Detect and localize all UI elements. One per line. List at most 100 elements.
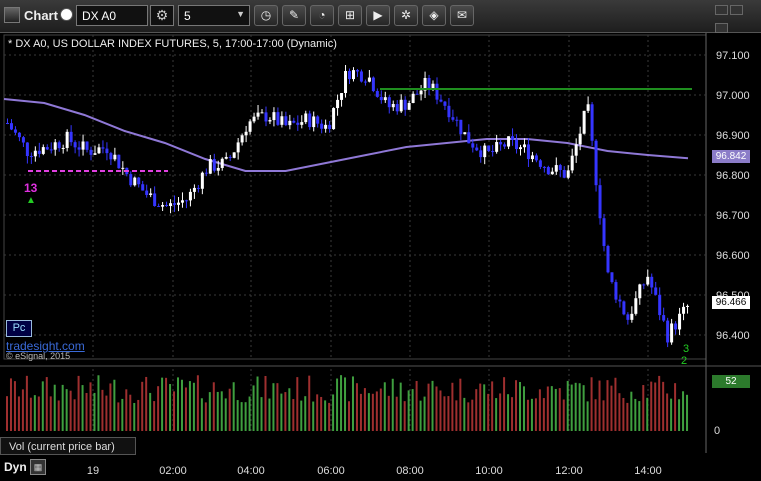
volume-bar	[97, 375, 100, 431]
volume-bar	[387, 395, 390, 431]
window-controls	[713, 2, 757, 33]
candle-body	[324, 124, 328, 129]
volume-bar	[188, 381, 191, 431]
volume-bar	[340, 375, 343, 431]
candle-body	[173, 203, 177, 205]
volume-bar	[375, 391, 378, 431]
candle-body	[248, 121, 252, 132]
volume-bar	[395, 396, 398, 431]
candle-body	[550, 171, 554, 175]
speedometer-icon[interactable]: ◔	[310, 5, 334, 26]
pencil-icon[interactable]: ✎	[282, 5, 306, 26]
candle-body	[351, 70, 355, 80]
candle-body	[200, 172, 204, 189]
volume-bar	[630, 391, 633, 431]
volume-bar	[678, 399, 681, 431]
clock-icon[interactable]: ◷	[254, 5, 278, 26]
volume-bar	[161, 377, 164, 431]
chart-app-icon[interactable]	[4, 7, 20, 23]
volume-bar	[129, 394, 132, 431]
volume-bar	[499, 393, 502, 431]
candle-body	[638, 284, 642, 299]
volume-bar	[21, 389, 24, 431]
volume-bar	[57, 400, 60, 431]
candle-body	[650, 276, 654, 288]
x-tick-label: 12:00	[555, 465, 583, 477]
candle-body	[686, 305, 690, 307]
volume-bar	[184, 387, 187, 431]
candle-body	[196, 187, 200, 189]
close-button[interactable]	[715, 23, 728, 33]
link-icon[interactable]	[60, 8, 73, 21]
candle-body	[522, 144, 526, 148]
volume-bar	[336, 378, 339, 431]
dyn-label[interactable]: Dyn	[4, 460, 27, 474]
volume-bar	[196, 375, 199, 431]
candle-body	[534, 155, 538, 161]
maximize-button[interactable]	[730, 5, 743, 15]
candle-body	[558, 165, 562, 170]
candle-body	[296, 122, 300, 125]
x-tick-label: 02:00	[159, 465, 187, 477]
volume-bar	[304, 396, 307, 431]
volume-bar	[363, 388, 366, 431]
volume-bar	[248, 396, 251, 431]
setup-count-label: 13	[24, 181, 38, 195]
volume-bar	[594, 399, 597, 431]
volume-bar	[610, 385, 613, 431]
volume-bar	[491, 381, 494, 431]
candle-body	[6, 123, 9, 124]
candle-body	[415, 93, 419, 95]
candle-body	[359, 71, 363, 82]
volume-bar	[300, 400, 303, 431]
diamond-icon[interactable]: ◈	[422, 5, 446, 26]
volume-bar	[534, 398, 537, 431]
volume-bar	[546, 386, 549, 431]
candle-body	[180, 200, 184, 203]
candle-body	[662, 315, 666, 321]
pattern-icon[interactable]: ⊞	[338, 5, 362, 26]
candle-body	[153, 193, 157, 207]
price-chart[interactable]: 97.10097.00096.90096.80096.70096.60096.5…	[0, 33, 761, 481]
candle-body	[184, 200, 188, 202]
volume-bar	[634, 398, 637, 431]
candle-body	[264, 112, 268, 122]
candle-body	[85, 141, 89, 150]
volume-bar	[33, 395, 36, 431]
candle-body	[427, 78, 431, 89]
candle-body	[367, 77, 371, 82]
volume-bar	[526, 399, 529, 431]
chat-icon[interactable]: ✉	[450, 5, 474, 26]
volume-bar	[507, 394, 510, 431]
candle-body	[204, 172, 208, 174]
window-title: Chart	[24, 8, 58, 23]
compass-icon[interactable]: ✲	[394, 5, 418, 26]
candle-body	[256, 112, 260, 117]
candle-body	[526, 144, 530, 160]
candle-body	[93, 153, 97, 155]
play-icon[interactable]: ▶	[366, 5, 390, 26]
candle-body	[212, 159, 216, 171]
candle-body	[220, 158, 224, 168]
candle-body	[97, 147, 101, 154]
volume-study-label[interactable]: Vol (current price bar)	[0, 437, 136, 455]
x-tick-label: 19	[87, 465, 99, 477]
volume-bar	[399, 382, 402, 431]
interval-select[interactable]: 5 ▼	[178, 5, 250, 26]
symbol-settings-gear-icon[interactable]: ⚙	[150, 5, 174, 26]
symbol-input[interactable]: DX A0	[76, 5, 148, 26]
volume-bar	[6, 396, 8, 431]
volume-bar	[157, 386, 160, 431]
volume-bar	[590, 377, 593, 431]
candle-body	[403, 99, 407, 110]
volume-bar	[192, 382, 195, 431]
chart-area[interactable]: 97.10097.00096.90096.80096.70096.60096.5…	[0, 33, 761, 481]
volume-bar	[109, 383, 112, 431]
volume-bar	[216, 391, 219, 431]
candle-body	[77, 147, 81, 150]
volume-bar	[467, 402, 470, 431]
minimize-button[interactable]	[715, 5, 728, 15]
pc-badge[interactable]: Pc	[6, 320, 32, 337]
dyn-settings-icon[interactable]: ▦	[30, 459, 46, 475]
volume-bar	[598, 380, 601, 431]
